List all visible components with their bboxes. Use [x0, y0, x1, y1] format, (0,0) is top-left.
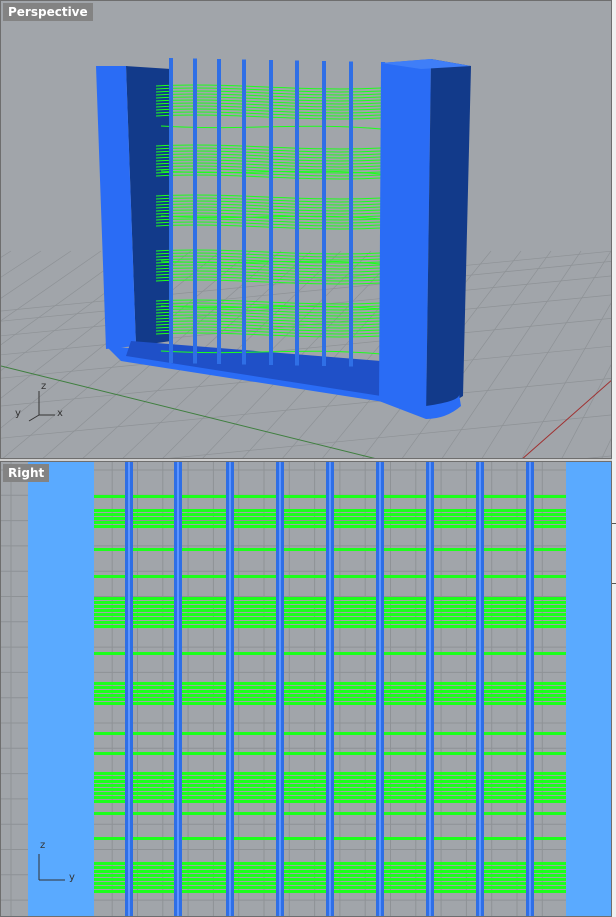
- rod: [269, 60, 273, 365]
- viewport-label-perspective[interactable]: Perspective: [3, 3, 93, 21]
- right-wall: [379, 59, 431, 419]
- grid-line: [1, 250, 611, 312]
- base-inner: [126, 341, 381, 396]
- grid-line: [601, 438, 611, 458]
- rod: [295, 60, 299, 366]
- right-wall-side: [426, 59, 471, 419]
- divider: [612, 583, 616, 584]
- grid-line: [521, 302, 611, 458]
- rod-highlight: [177, 462, 179, 916]
- perspective-viewport[interactable]: Perspective z x y: [0, 0, 612, 459]
- grid-line: [561, 364, 611, 458]
- rod-highlight: [229, 462, 231, 916]
- rod: [322, 61, 326, 366]
- rod: [242, 59, 246, 365]
- axis-x-label: x: [57, 408, 63, 419]
- grid-line: [1, 250, 102, 322]
- x-axis-line: [522, 380, 611, 458]
- perspective-scene: [1, 58, 611, 458]
- viewport-label-right[interactable]: Right: [3, 464, 50, 482]
- rod-highlight: [429, 462, 431, 916]
- axis-z-label: z: [41, 381, 47, 392]
- right-viewport[interactable]: Right z y: [0, 461, 612, 917]
- rod-highlight: [128, 462, 130, 916]
- grid-line: [1, 250, 42, 278]
- rod-highlight: [279, 462, 281, 916]
- grid-line: [586, 455, 611, 458]
- grid-line: [1, 250, 72, 299]
- rod-highlight: [529, 462, 531, 916]
- axis-widget: z x y: [11, 381, 71, 426]
- axis-y-label: y: [15, 408, 21, 419]
- axis-widget-right: z y: [31, 840, 81, 885]
- axis-y-label: y: [69, 872, 75, 883]
- rod: [169, 58, 173, 363]
- divider: [612, 523, 616, 524]
- right-scene: [1, 462, 611, 916]
- rod: [217, 59, 221, 364]
- rod-highlight: [379, 462, 381, 916]
- rod-highlight: [329, 462, 331, 916]
- grid-line: [168, 414, 611, 458]
- axis-z-label: z: [40, 840, 46, 851]
- rod-highlight: [479, 462, 481, 916]
- rod: [193, 58, 197, 364]
- side-panel-edge: [612, 0, 616, 917]
- rod: [349, 61, 353, 367]
- right-wall: [566, 462, 611, 916]
